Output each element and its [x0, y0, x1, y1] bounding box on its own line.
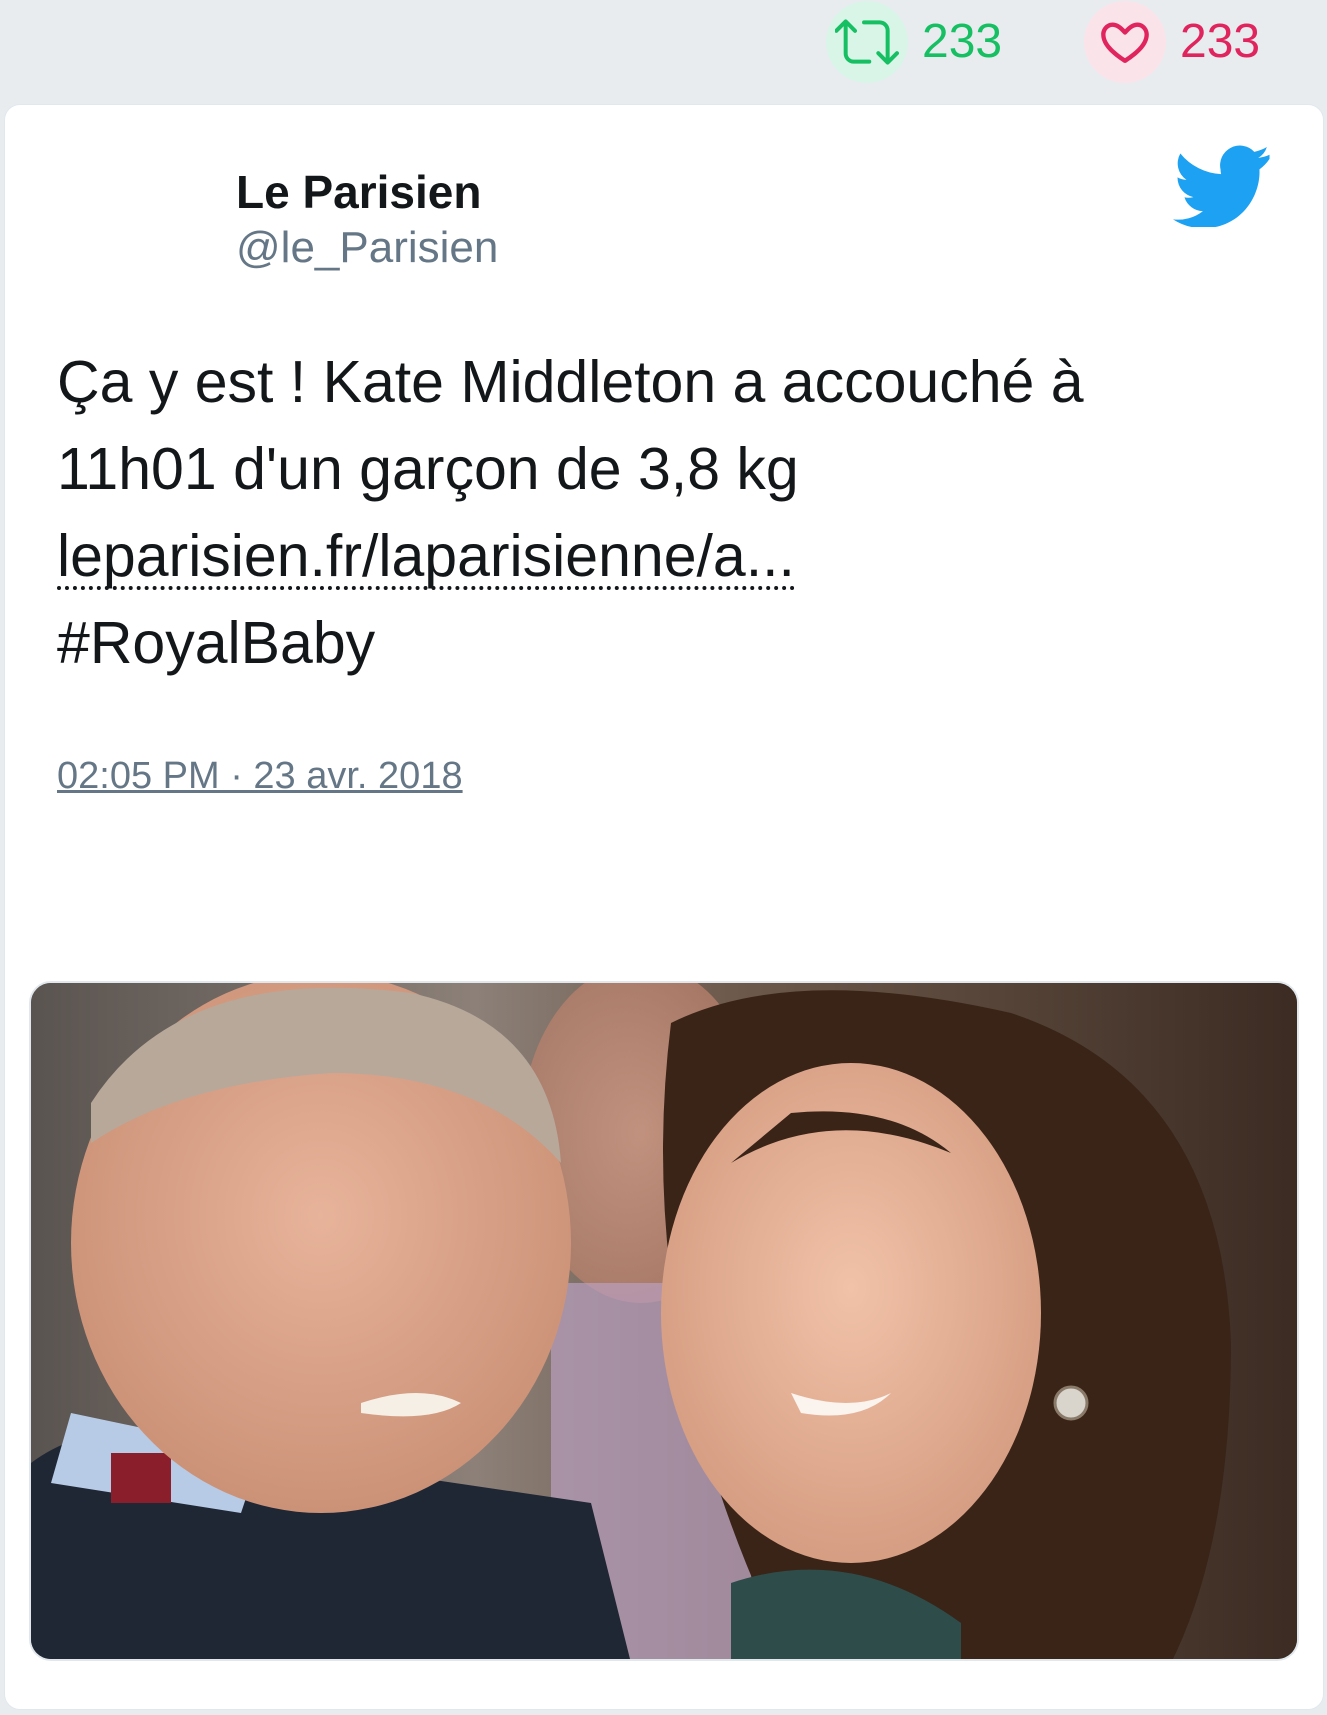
twitter-bird-icon[interactable] — [1173, 145, 1271, 229]
author-handle[interactable]: @le_Parisien — [236, 222, 498, 275]
tweet-text-line-1: Ça y est ! Kate Middleton a accouché à — [57, 349, 1084, 415]
retweet-stat[interactable]: 233 — [826, 1, 1003, 83]
photo-illustration — [31, 983, 1297, 1659]
like-stat[interactable]: 233 — [1084, 1, 1261, 83]
tweet-link[interactable]: leparisien.fr/laparisienne/a... — [57, 526, 795, 590]
tweet-text: Ça y est ! Kate Middleton a accouché à 1… — [57, 339, 1297, 687]
tweet-text-line-2: 11h01 d'un garçon de 3,8 kg — [57, 436, 799, 502]
tweet-photo[interactable] — [29, 981, 1299, 1661]
tweet-card: Le Parisien @le_Parisien Ça y est ! Kate… — [4, 104, 1324, 1710]
heart-icon[interactable] — [1084, 1, 1166, 83]
top-stats-bar: 233 233 — [0, 0, 1327, 100]
tweet-timestamp[interactable]: 02:05 PM · 23 avr. 2018 — [57, 755, 463, 798]
hashtag-link[interactable]: #RoyalBaby — [57, 600, 1297, 687]
retweet-icon[interactable] — [826, 1, 908, 83]
retweet-count: 233 — [922, 15, 1003, 68]
author-block[interactable]: Le Parisien @le_Parisien — [236, 165, 498, 275]
like-count: 233 — [1180, 15, 1261, 68]
author-name[interactable]: Le Parisien — [236, 165, 498, 220]
